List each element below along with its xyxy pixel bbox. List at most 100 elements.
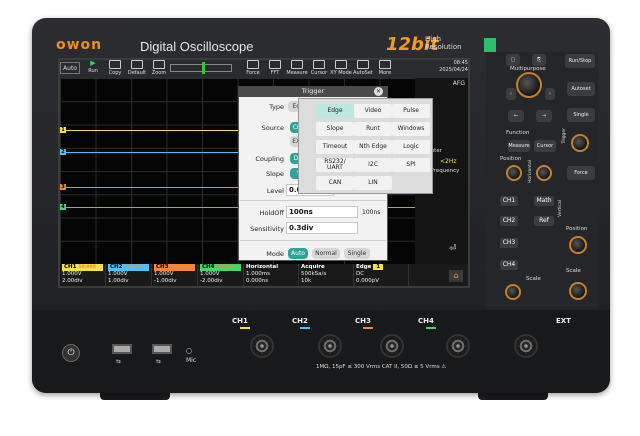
usb-port-2[interactable] (152, 344, 172, 354)
fft-button[interactable]: FFT (264, 60, 286, 76)
holdoff-unit[interactable]: 100ns (362, 209, 380, 216)
sensitivity-field[interactable]: 0.3div (286, 222, 358, 234)
multipurpose-knob[interactable] (516, 72, 542, 98)
type-slope-option[interactable]: Slope (316, 122, 354, 136)
bnc-ext-connector[interactable] (514, 334, 538, 358)
vertical-section-label: Vertical (558, 200, 563, 217)
ch4-key[interactable]: CH4 (500, 260, 518, 270)
ch4-status[interactable]: CH4 10.00X 1.000V -2.00div (198, 264, 244, 286)
usb-port-1[interactable] (112, 344, 132, 354)
ch2-marker[interactable]: 2 (60, 149, 66, 155)
time-position-marker[interactable] (202, 62, 205, 74)
trigger-status[interactable]: Edge 1 DC 0.000pV (354, 264, 409, 286)
ref-key[interactable]: Ref (534, 216, 554, 226)
acquire-status[interactable]: Acquire 500kSa/s 10k (299, 264, 354, 286)
ch4-marker[interactable]: 4 (60, 204, 66, 210)
run-button[interactable]: ▶ Run (82, 60, 104, 76)
vertical-scale-knob[interactable] (569, 282, 587, 300)
xy-mode-button[interactable]: XY Mode (330, 60, 352, 76)
type-runt-option[interactable]: Runt (354, 122, 392, 136)
arrow-left-icon[interactable]: ‹ (506, 88, 516, 100)
mode-normal-chip[interactable]: Normal (312, 248, 340, 259)
bnc-ch4-connector[interactable] (446, 334, 470, 358)
ch1-marker[interactable]: 1 (60, 127, 66, 133)
trigger-level-knob[interactable] (571, 134, 589, 152)
autoset-button[interactable]: AutoSet (352, 60, 374, 76)
ch1-volts: 1.000V (62, 271, 82, 277)
afg-label[interactable]: AFG (419, 80, 465, 87)
position-knob-h[interactable] (506, 165, 522, 181)
save-key-icon[interactable]: ⎘ (532, 54, 546, 66)
default-button[interactable]: Default (126, 60, 148, 76)
ch-scale-knob[interactable] (505, 284, 521, 300)
type-edge-option[interactable]: Edge (316, 104, 354, 118)
xy-label: XY Mode (330, 70, 352, 76)
input-spec-text: 1MΩ, 15pF ≤ 300 Vrms CAT II, 50Ω ≤ 5 Vrm… (316, 364, 447, 370)
horizontal-status[interactable]: Horizontal 1.000ms 0.000ns (244, 264, 299, 286)
ch3-key[interactable]: CH3 (500, 238, 518, 248)
force-icon (247, 60, 259, 69)
autoset-key[interactable]: Autoset (567, 82, 595, 96)
arrow-right-icon[interactable]: › (545, 88, 555, 100)
ch1-status-name: CH1 (64, 264, 77, 270)
close-icon[interactable]: ✕ (374, 87, 383, 96)
arrow-left-key[interactable]: ← (508, 110, 524, 122)
scale-label: Scale (526, 276, 541, 282)
measure-key[interactable]: Measure (508, 140, 530, 152)
holdoff-field[interactable]: 100ns (286, 206, 358, 218)
auto-button[interactable]: Auto (60, 62, 80, 74)
fft-label: FFT (270, 70, 280, 76)
mode-single-chip[interactable]: Single (344, 248, 370, 259)
ch2-status[interactable]: CH2 10.00X 1.000V 1.00div (106, 264, 152, 286)
type-timeout-option[interactable]: Timeout (316, 140, 354, 154)
home-button[interactable]: ⌂ (449, 270, 463, 282)
type-can-option[interactable]: CAN (316, 176, 354, 190)
math-key[interactable]: Math (534, 196, 554, 206)
type-logic-option[interactable]: Logic (392, 140, 430, 154)
type-pulse-option[interactable]: Pulse (392, 104, 430, 118)
single-key[interactable]: Single (567, 108, 595, 122)
arrow-right-key[interactable]: → (536, 110, 552, 122)
horizontal-section-label: Horizontal (528, 160, 533, 183)
type-video-option[interactable]: Video (354, 104, 392, 118)
type-lin-option[interactable]: LIN (354, 176, 392, 190)
bit-sub-2: Resolution (425, 43, 462, 51)
more-button[interactable]: More (374, 60, 396, 76)
ch3-marker[interactable]: 3 (60, 184, 66, 190)
cursor-button[interactable]: Cursor (308, 60, 330, 76)
time-position-bar[interactable] (170, 64, 232, 72)
ch3-status[interactable]: CH3 10.00X 1.000V -1.00div (152, 264, 198, 286)
measure-button[interactable]: Measure (286, 60, 308, 76)
force-key[interactable]: Force (567, 166, 595, 180)
zoom-button[interactable]: Zoom (148, 60, 170, 76)
bnc-ch3-connector[interactable] (380, 334, 404, 358)
force-button[interactable]: Force (242, 60, 264, 76)
bnc-ch3-label: CH3 (355, 317, 371, 325)
run-stop-key[interactable]: Run/Stop (565, 54, 595, 68)
type-windows-option[interactable]: Windows (392, 122, 430, 136)
cursor-key[interactable]: Cursor (534, 140, 556, 152)
type-i2c-option[interactable]: I2C (354, 158, 392, 172)
bnc-ch2-connector[interactable] (318, 334, 342, 358)
ch1-color-bar (240, 327, 250, 329)
edge-label: Edge (356, 264, 372, 270)
ch1-status[interactable]: CH1 10.00X 1.000V 2.00div (60, 264, 106, 286)
ch3-color-bar (363, 327, 373, 329)
vertical-position-knob[interactable] (569, 236, 587, 254)
return-icon[interactable]: ⏎ (449, 244, 457, 254)
copy-button[interactable]: Copy (104, 60, 126, 76)
mode-auto-chip[interactable]: Auto (288, 248, 308, 259)
bnc-ch1-connector[interactable] (250, 334, 274, 358)
mic-jack[interactable] (186, 348, 192, 354)
square-key[interactable]: ▢ (506, 54, 520, 66)
type-nth-edge-option[interactable]: Nth Edge (354, 140, 392, 154)
holdoff-label: HoldOff (259, 209, 284, 217)
ch4-status-name: CH4 (202, 264, 215, 270)
type-rs232-uart-option[interactable]: RS232/ UART (316, 158, 354, 172)
type-spi-option[interactable]: SPI (392, 158, 430, 172)
scale-knob-h[interactable] (536, 165, 552, 181)
ch2-key[interactable]: CH2 (500, 216, 518, 226)
bnc-ch4-label: CH4 (418, 317, 434, 325)
ch1-key[interactable]: CH1 (500, 196, 518, 206)
power-button[interactable]: ⏻ (62, 344, 80, 362)
